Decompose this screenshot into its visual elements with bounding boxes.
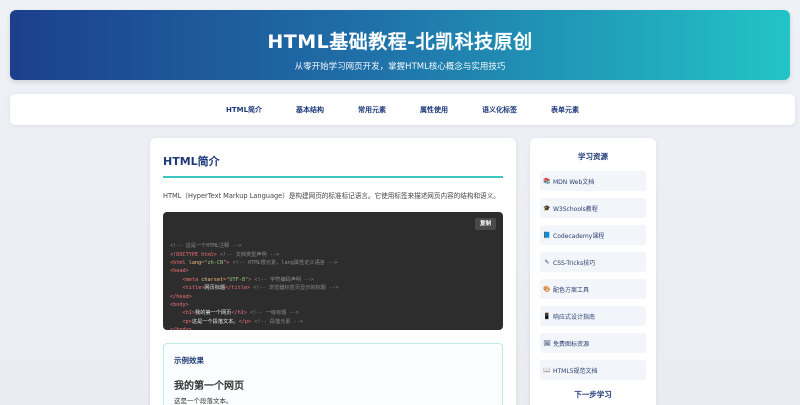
resource-label: W3Schools教程 xyxy=(553,205,598,213)
nav-item-attributes[interactable]: 属性使用 xyxy=(403,105,465,115)
resource-label: MDN Web文档 xyxy=(553,178,595,186)
blue-book-icon: 📘 xyxy=(543,231,551,239)
resource-label: Codecademy课程 xyxy=(553,232,605,240)
code-line: <meta charset="UTF-8"> <!-- 字符编码声明 --> xyxy=(182,276,314,283)
intro-text: HTML（HyperText Markup Language）是构建网页的标准标… xyxy=(163,192,500,200)
code-block[interactable]: 复制 <!-- 这是一个HTML注释 --> <!DOCTYPE html> <!… xyxy=(163,212,503,330)
resource-label: 响应式设计指南 xyxy=(553,313,596,321)
next-steps-title: 下一步学习 xyxy=(574,390,612,399)
example-paragraph: 这是一个段落文本。 xyxy=(174,397,233,405)
code-lines: <!-- 这是一个HTML注释 --> <!DOCTYPE html> <!-- … xyxy=(170,242,496,330)
resource-item[interactable]: 🖼 免费图标资源 xyxy=(540,333,646,353)
books-icon: 📚 xyxy=(543,177,551,185)
code-line: </body> xyxy=(170,326,496,330)
section-title: HTML简介 xyxy=(163,153,503,178)
resource-label: CSS-Tricks技巧 xyxy=(553,259,596,267)
mobile-icon: 📱 xyxy=(543,312,551,320)
nav-item-common-elements[interactable]: 常用元素 xyxy=(341,105,403,115)
code-line: <p>这是一个段落文本。</p> <!-- 段落元素 --> xyxy=(182,318,304,325)
resource-list: 📚 MDN Web文档 🎓 W3Schools教程 📘 Codecademy课程 ✎ CSS-… xyxy=(540,171,646,380)
copy-button[interactable]: 复制 xyxy=(474,218,496,231)
code-line: <h1>我的第一个网页</h1> <!-- 一级标题 --> xyxy=(182,310,299,317)
code-line: <head> xyxy=(170,268,189,275)
open-book-icon: 📖 xyxy=(543,366,551,374)
nav-item-intro[interactable]: HTML简介 xyxy=(209,105,279,115)
code-line: <body> xyxy=(170,302,189,309)
page-header: HTML基础教程-北凯科技原创 从零开始学习网页开发，掌握HTML核心概念与实用… xyxy=(10,10,790,80)
page-title: HTML基础教程-北凯科技原创 xyxy=(267,31,533,53)
top-nav: HTML简介 基本结构 常用元素 属性使用 语义化标签 表单元素 xyxy=(10,94,795,125)
sidebar: 学习资源 📚 MDN Web文档 🎓 W3Schools教程 📘 Codecademy课程… xyxy=(530,138,656,405)
resource-label: 配色方案工具 xyxy=(553,286,590,294)
resource-item[interactable]: 📘 Codecademy课程 xyxy=(540,225,646,245)
nav-item-form-elements[interactable]: 表单元素 xyxy=(534,105,596,115)
palette-icon: 🎨 xyxy=(543,285,551,293)
resource-item[interactable]: ✎ CSS-Tricks技巧 xyxy=(540,252,646,272)
pencil-icon: ✎ xyxy=(544,258,550,266)
resource-item[interactable]: 📖 HTML5规范文档 xyxy=(540,360,646,380)
example-heading: 我的第一个网页 xyxy=(174,381,244,392)
code-line: <!-- 这是一个HTML注释 --> xyxy=(170,243,242,250)
page-subtitle: 从零开始学习网页开发，掌握HTML核心概念与实用技巧 xyxy=(294,62,506,72)
graduation-cap-icon: 🎓 xyxy=(543,204,551,212)
resource-label: 免费图标资源 xyxy=(553,340,590,348)
example-label: 示例效果 xyxy=(174,356,204,365)
resource-item[interactable]: 📚 MDN Web文档 xyxy=(540,171,646,191)
resource-label: HTML5规范文档 xyxy=(553,367,598,375)
code-line: <html lang="zh-CN"> <!-- HTML根元素，lang属性定… xyxy=(170,260,338,267)
image-icon: 🖼 xyxy=(543,339,551,347)
sidebar-title: 学习资源 xyxy=(578,152,608,161)
main-content: HTML简介 HTML（HyperText Markup Language）是构… xyxy=(150,138,516,405)
example-box: 示例效果 我的第一个网页 这是一个段落文本。 xyxy=(163,343,503,405)
nav-item-basic-structure[interactable]: 基本结构 xyxy=(279,105,341,115)
resource-item[interactable]: 🎨 配色方案工具 xyxy=(540,279,646,299)
code-line: </head> xyxy=(170,293,192,300)
resource-item[interactable]: 🎓 W3Schools教程 xyxy=(540,198,646,218)
code-line: <title>网页标题</title> <!-- 浏览器标签页显示的标题 --> xyxy=(182,285,339,292)
nav-item-semantic-tags[interactable]: 语义化标签 xyxy=(465,105,534,115)
code-line: <!DOCTYPE html> <!-- 文档类型声明 --> xyxy=(170,251,280,258)
resource-item[interactable]: 📱 响应式设计指南 xyxy=(540,306,646,326)
